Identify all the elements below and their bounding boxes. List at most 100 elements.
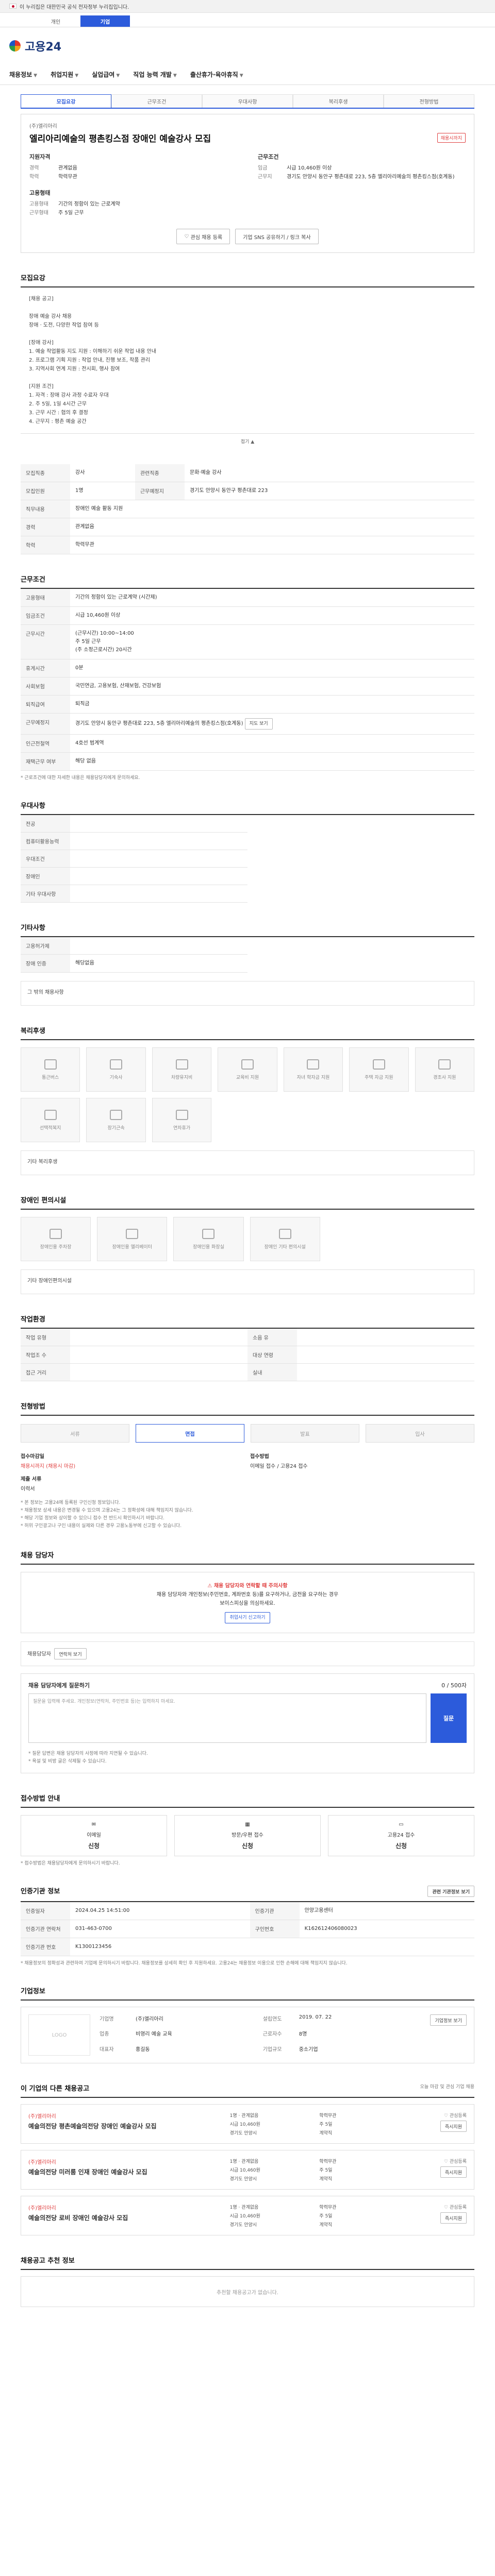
welfare-select: 선택적복지 [21, 1098, 80, 1142]
related-job[interactable]: (주)엘리아리 예술의전당 로비 장애인 예술강사 모집 1명 · 관계없음 학력무… [21, 2196, 474, 2235]
summary-qualification: 지원자격 경력 관계없음 학력 학력무관 고용형태 고용형태 기간의 정함이 있는 근… [29, 154, 120, 216]
fold-button[interactable]: 접기 ▲ [21, 438, 474, 445]
section-conditions: 근무조건 고용형태 기간의 정함이 있는 근로계약 (시간제) 임금조건 시급 10… [21, 574, 474, 781]
welfare-edu: 교육비 지원 [218, 1047, 277, 1092]
heart-icon: ♡ [443, 2159, 450, 2164]
tab-personal[interactable]: 개인 [31, 15, 80, 27]
related-job[interactable]: (주)엘리아리 예술의전당 미러룸 인재 장애인 예술강사 모집 1명 · 관계없… [21, 2150, 474, 2190]
gnb-item-leave[interactable]: 출산휴가·육아휴직 ▼ [190, 70, 243, 79]
korea-flag-icon [9, 4, 16, 9]
step-1: 서류 [21, 1424, 129, 1443]
section-title: 장애인 편의시설 [21, 1195, 474, 1210]
company-name[interactable]: (주)엘리아리 [29, 122, 466, 129]
registration-warning: * 채용정보의 정확성과 관련하여 기업에 문의하시기 바랍니다. 채용정보를 … [21, 1961, 348, 1966]
building-icon: ▦ [245, 1821, 250, 1827]
apply-button[interactable]: 즉시지원 [440, 2166, 467, 2178]
facility-elevator: 장애인용 엘리베이터 [97, 1217, 168, 1261]
gnb-item-support[interactable]: 취업지원 ▼ [51, 70, 78, 79]
welfare-vacation: 연차휴가 [152, 1098, 212, 1142]
calendar-icon [175, 1109, 188, 1120]
chevron-down-icon: ▼ [75, 73, 79, 78]
related-job[interactable]: (주)엘리아리 예술의전당 평촌예술의전당 장애인 예술강사 모집 1명 · 관계… [21, 2104, 474, 2144]
top-tabs: 개인 기업 [0, 13, 495, 27]
subtab-conditions[interactable]: 근무조건 [111, 94, 202, 108]
alert-box: ⚠ 채용 담당자와 연락할 때 주의사항 채용 담당자와 개인정보(주민번호, … [21, 1572, 474, 1633]
gnb-item-jobs[interactable]: 채용정보 ▼ [9, 70, 37, 79]
like-button[interactable]: ♡ 관심 채용 등록 [176, 229, 230, 244]
job-summary: (주)엘리아리 엘리아리예술의 평촌킹스점 장애인 예술강사 모집 채용시까지 … [21, 114, 474, 253]
section-title: 작업환경 [21, 1314, 474, 1329]
section-manager: 채용 담당자 ⚠ 채용 담당자와 연락할 때 주의사항 채용 담당자와 개인정보… [21, 1550, 474, 1773]
sub-tabs: 모집요강 근무조건 우대사항 복리후생 전형방법 [21, 94, 474, 109]
apply-button[interactable]: 즉시지원 [440, 2212, 467, 2224]
mail-icon: ✉ [91, 1821, 96, 1827]
welfare-dorm: 기숙사 [86, 1047, 146, 1092]
like-toggle[interactable]: ♡ 관심등록 [444, 2204, 467, 2210]
toilet-icon [202, 1228, 215, 1239]
section-extra: 기타사항 고용허가제 장애 인증 해당없음 그 밖의 채용사항 [21, 922, 474, 1006]
agency-info-button[interactable]: 관련 기관정보 보기 [427, 1886, 474, 1897]
question-input[interactable]: 질문을 입력해 주세요. 개인정보(연락처, 주민번호 등)는 입력하지 마세요… [28, 1693, 426, 1743]
parking-icon [50, 1228, 62, 1239]
section-title: 기업정보 [21, 1986, 474, 2001]
map-button[interactable]: 지도 보기 [244, 718, 273, 730]
heart-icon: ♡ [443, 2205, 450, 2210]
section-recruit-table: 모집직종 강사 관련직종 문화·예술 강사 모집인원 1명 근무예정지 경기도 안양시 동안… [21, 464, 474, 554]
section-disability: 장애인 편의시설 장애인용 주차장 장애인용 엘리베이터 장애인용 화장실 장애… [21, 1195, 474, 1294]
conditions-note: * 근로조건에 대한 자세한 내용은 채용담당자에게 문의하세요. [21, 775, 140, 781]
medal-icon [110, 1109, 123, 1120]
section-registration: 인증기관 정보 관련 기관정보 보기 인증일자 2024.04.25 14:51:0… [21, 1886, 474, 1966]
subtab-process[interactable]: 전형방법 [384, 94, 474, 108]
logo-text[interactable]: 고용24 [25, 38, 61, 54]
facility-toilet: 장애인용 화장실 [173, 1217, 244, 1261]
subtab-recruit[interactable]: 모집요강 [21, 94, 111, 108]
apply-button[interactable]: 즉시지원 [440, 2121, 467, 2132]
chevron-down-icon: ▼ [173, 73, 177, 78]
company-info-button[interactable]: 기업정보 보기 [430, 2014, 467, 2026]
like-toggle[interactable]: ♡ 관심등록 [444, 2112, 467, 2119]
step-2: 면접 [136, 1424, 244, 1443]
step-3: 발표 [251, 1424, 359, 1443]
section-prefer: 우대사항 전공 컴퓨터활용능력 우대조건 장애인 기타 우대사항 [21, 800, 474, 903]
tab-company[interactable]: 기업 [80, 15, 130, 27]
gnb-item-benefit[interactable]: 실업급여 ▼ [92, 70, 120, 79]
section-related: 이 기업의 다른 채용공고 오늘 마감 및 관심 기업 채용 (주)엘리아리 예술의… [21, 2083, 474, 2235]
section-title: 모집요강 [21, 273, 474, 287]
subtab-welfare[interactable]: 복리후생 [293, 94, 384, 108]
contact-view-button[interactable]: 연락처 보기 [54, 1648, 87, 1659]
header: 고용24 [0, 27, 495, 64]
facility-other: 장애인 기타 편의시설 [250, 1217, 320, 1261]
section-title: 채용 담당자 [21, 1550, 474, 1565]
section-title: 채용공고 추천 정보 [21, 2255, 474, 2270]
char-count: 0 / 500자 [441, 1682, 467, 1689]
section-company: 기업정보 LOGO 기업명 (주)엘리아리 설립연도 2019. 07. 22 업종… [21, 1986, 474, 2063]
summary-conditions: 근무조건 임금 시급 10,460원 이상 근무지 경기도 안양시 동안구 평촌대로… [258, 154, 455, 180]
section-title: 전형방법 [21, 1401, 474, 1416]
share-button[interactable]: 기업 SNS 공유하기 / 링크 복사 [235, 229, 319, 244]
welfare-long: 장기근속 [86, 1098, 146, 1142]
section-recommend: 채용공고 추천 정보 추천할 채용공고가 없습니다. [21, 2255, 474, 2307]
step-4: 입사 [366, 1424, 474, 1443]
job-title: 엘리아리예술의 평촌킹스점 장애인 예술강사 모집 [29, 134, 211, 144]
company-logo: LOGO [28, 2014, 90, 2056]
documents: 제출 서류 이력서 [21, 1477, 42, 1492]
question-box: 채용 담당자에게 질문하기 0 / 500자 질문을 입력해 주세요. 개인정보(… [21, 1673, 474, 1773]
contact-box: 채용담당자 연락처 보기 [21, 1641, 474, 1666]
gnb-item-training[interactable]: 직업 능력 개발 ▼ [133, 70, 177, 79]
deadline-badge: 채용시까지 [437, 133, 466, 143]
chevron-up-icon: ▲ [251, 439, 255, 445]
like-toggle[interactable]: ♡ 관심등록 [444, 2158, 467, 2164]
apply-method: 접수방법 이메일 접수 / 고용24 접수 [250, 1454, 308, 1469]
welfare-child: 자녀 학자금 지원 [283, 1047, 343, 1092]
welfare-car: 차량유지비 [152, 1047, 212, 1092]
logo-icon[interactable] [9, 40, 21, 52]
section-title: 복리후생 [21, 1025, 474, 1040]
section-method: 접수방법 안내 ✉ 이메일 신청 ▦ 방문/우편 접수 신청 ▭ 고용24 접수 신청 * … [21, 1793, 474, 1866]
gift-icon [438, 1059, 451, 1070]
chevron-down-icon: ▼ [116, 73, 120, 78]
heart-icon: ♡ [184, 233, 191, 240]
question-submit-button[interactable]: 질문 [431, 1693, 467, 1743]
report-fraud-button[interactable]: 취업사기 신고하기 [225, 1612, 270, 1623]
subtab-prefer[interactable]: 우대사항 [202, 94, 293, 108]
other-facility-box: 기타 장애인편의시설 [21, 1269, 474, 1294]
